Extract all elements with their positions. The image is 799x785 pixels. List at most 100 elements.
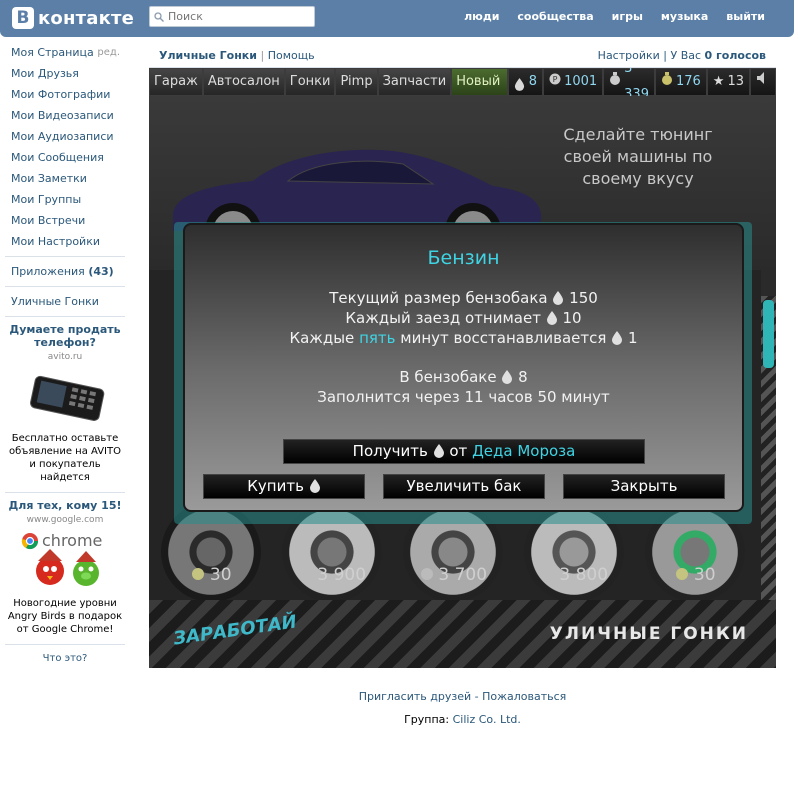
phone-image[interactable] [20, 370, 110, 428]
nav-logout[interactable]: выйти [717, 10, 774, 23]
gold-coin-icon [192, 568, 205, 580]
points-value: 1001 [564, 74, 598, 89]
tuning-promo-text: Сделайте тюнинг своей машины по своему в… [563, 125, 713, 188]
help-link[interactable]: Помощь [268, 49, 315, 62]
separator: | [260, 49, 265, 62]
nav-music[interactable]: музыка [652, 10, 717, 23]
ad-domain: www.google.com [26, 515, 104, 525]
close-modal-button[interactable]: Закрыть [563, 474, 725, 499]
app-header-left: Уличные Гонки | Помощь [159, 49, 315, 62]
votes-value[interactable]: 0 голосов [705, 49, 766, 62]
vk-logo[interactable]: В контакте [12, 6, 134, 30]
scrollbar-thumb[interactable] [763, 300, 774, 368]
earn-link[interactable]: ЗАРАБОТАЙ [172, 611, 298, 649]
wheels-scrollbar[interactable] [761, 296, 776, 601]
left-sidebar: Моя Страница ред. Мои Друзья Мои Фотогра… [5, 42, 125, 664]
ad-text: Новогодние уровни Angry Birds в подарок … [7, 598, 123, 635]
app-settings-link[interactable]: Настройки [598, 49, 660, 62]
chrome-angry-birds-image[interactable]: chrome [20, 531, 110, 593]
gold-coin-icon [661, 69, 673, 95]
get-from-santa-button[interactable]: Получить от Деда Мороза [283, 439, 645, 464]
sidebar-item-notes[interactable]: Мои Заметки [5, 168, 125, 189]
game-logo-text: УЛИЧНЫЕ ГОНКИ [549, 624, 748, 644]
get-source-label: Деда Мороза [472, 442, 576, 460]
top-nav: люди сообщества игры музыка выйти [455, 10, 774, 23]
modal-title: Бензин [427, 247, 500, 269]
invite-friends-link[interactable]: Пригласить друзей [359, 690, 471, 703]
wheel-price: 3 700 [399, 565, 509, 585]
what-is-this-link[interactable]: Что это? [5, 653, 125, 664]
tab-garage[interactable]: Гараж [149, 68, 203, 96]
tank-size-label: Текущий размер бензобака [329, 289, 548, 307]
ad-title[interactable]: Думаете продать телефон? [5, 323, 125, 349]
sidebar-item-apps[interactable]: Приложения (43) [5, 261, 125, 282]
tab-dealership[interactable]: Автосалон [202, 68, 285, 96]
tab-pimp[interactable]: Pimp [335, 68, 378, 96]
wheel-price-value: 30 [693, 565, 716, 585]
divider [5, 316, 125, 317]
wheel-price-value: 30 [209, 565, 232, 585]
regen-line: Каждые пять минут восстанавливается 1 [185, 329, 742, 347]
gold-stat[interactable]: 176 [654, 68, 707, 96]
group-link[interactable]: Ciliz Co. Ltd. [453, 713, 521, 726]
nav-people[interactable]: люди [455, 10, 508, 23]
points-icon: P [549, 69, 561, 95]
get-from-label: от [449, 442, 468, 460]
race-cost-value: 10 [562, 309, 582, 327]
wheel-price-value: 3 900 [317, 565, 367, 585]
race-cost-label: Каждый заезд отнимает [345, 309, 541, 327]
fuel-drop-icon [611, 331, 623, 345]
increase-tank-button[interactable]: Увеличить бак [383, 474, 545, 499]
sidebar-item-groups[interactable]: Мои Группы [5, 189, 125, 210]
ad-chrome[interactable]: Для тех, кому 15! www.google.com chrome … [5, 499, 125, 636]
report-link[interactable]: Пожаловаться [482, 690, 566, 703]
sidebar-item-photos[interactable]: Мои Фотографии [5, 84, 125, 105]
ad-title[interactable]: Для тех, кому 15! [5, 499, 125, 512]
edit-link[interactable]: ред. [97, 42, 120, 63]
fuel-drop-icon [552, 291, 564, 305]
fuel-drop-icon [433, 442, 445, 458]
money-stat[interactable]: 3 339 [603, 68, 655, 102]
sidebar-item-my-page[interactable]: Моя Страница ред. [5, 42, 125, 63]
points-stat[interactable]: P 1001 [543, 68, 604, 96]
search-box[interactable] [149, 6, 315, 27]
race-cost-line: Каждый заезд отнимает 10 [185, 309, 742, 327]
sidebar-item-settings[interactable]: Мои Настройки [5, 231, 125, 252]
app-header: Уличные Гонки | Помощь Настройки | У Вас… [149, 42, 776, 68]
sidebar-item-friends[interactable]: Мои Друзья [5, 63, 125, 84]
tank-current-value: 8 [518, 368, 528, 386]
search-input[interactable] [168, 10, 308, 23]
wheel-price: 30 [157, 565, 267, 585]
refill-time-line: Заполнится через 11 часов 50 минут [317, 388, 610, 406]
tab-parts[interactable]: Запчасти [377, 68, 452, 96]
sidebar-item-street-racing[interactable]: Уличные Гонки [5, 291, 125, 312]
wheel-price: 3 900 [278, 565, 388, 585]
svg-text:P: P [553, 75, 558, 84]
apps-label: Приложения [11, 265, 85, 278]
tab-races[interactable]: Гонки [284, 68, 336, 96]
stars-value: 13 [727, 74, 744, 89]
fuel-modal: Бензин Текущий размер бензобака 150 Кажд… [183, 223, 744, 512]
sidebar-item-messages[interactable]: Мои Сообщения [5, 147, 125, 168]
sidebar-item-events[interactable]: Мои Встречи [5, 210, 125, 231]
tab-new-year[interactable]: Новый Год [451, 68, 508, 115]
app-name-link[interactable]: Уличные Гонки [159, 49, 257, 62]
fuel-value: 8 [528, 74, 538, 89]
regen-prefix: Каждые [289, 329, 355, 347]
sound-toggle[interactable] [750, 68, 776, 96]
sidebar-item-audio[interactable]: Мои Аудиозаписи [5, 126, 125, 147]
ad-avito[interactable]: Думаете продать телефон? avito.ru Беспла… [5, 323, 125, 484]
buy-fuel-button[interactable]: Купить [203, 474, 365, 499]
game-tabs: Гараж Автосалон Гонки Pimp Запчасти Новы… [149, 68, 776, 115]
wheel-price-value: 3 700 [438, 565, 488, 585]
wheel-price-value: 3 800 [559, 565, 609, 585]
nav-communities[interactable]: сообщества [508, 10, 602, 23]
nav-games[interactable]: игры [603, 10, 652, 23]
votes-prefix: | У Вас [663, 49, 702, 62]
apps-count: (43) [88, 265, 114, 278]
fuel-drop-icon [514, 75, 526, 91]
fuel-stat[interactable]: 8 [507, 68, 544, 96]
wheel-price: 3 800 [520, 565, 630, 585]
stars-stat[interactable]: ★ 13 [706, 68, 750, 96]
sidebar-item-videos[interactable]: Мои Видеозаписи [5, 105, 125, 126]
